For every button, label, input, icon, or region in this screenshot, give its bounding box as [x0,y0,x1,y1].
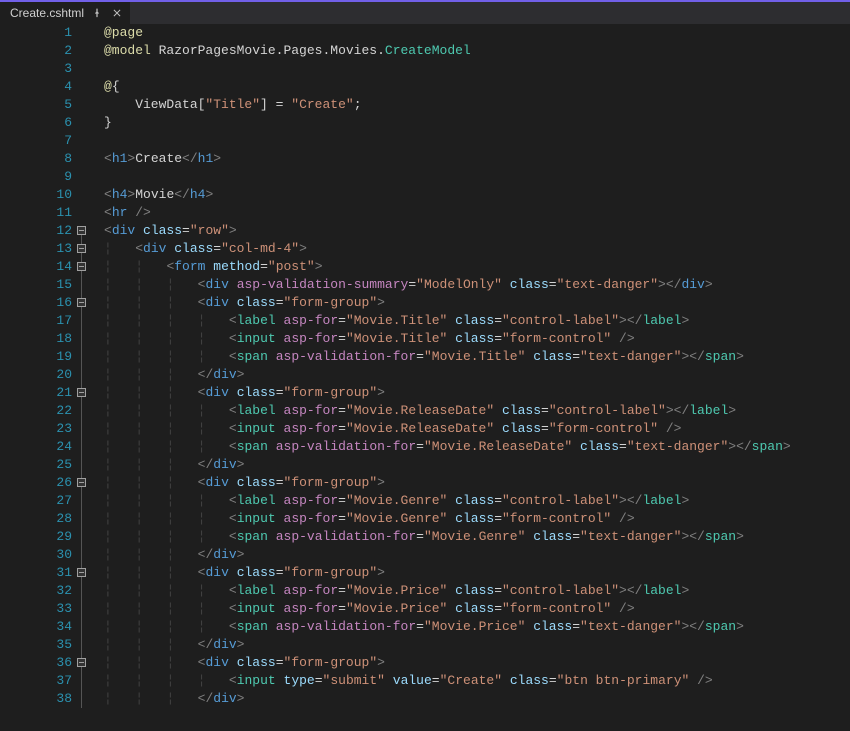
line-number: 20 [0,366,72,384]
line-number: 9 [0,168,72,186]
fold-toggle-icon[interactable] [77,262,86,271]
line-number: 29 [0,528,72,546]
code-area[interactable]: @page@model RazorPagesMovie.Pages.Movies… [88,24,850,731]
fold-toggle-icon[interactable] [77,568,86,577]
code-line[interactable]: ¦ <div class="col-md-4"> [104,240,850,258]
tab-create-cshtml[interactable]: Create.cshtml [0,2,131,24]
code-line[interactable]: ¦ ¦ ¦ ¦ <input asp-for="Movie.Title" cla… [104,330,850,348]
line-number: 17 [0,312,72,330]
line-number: 4 [0,78,72,96]
fold-toggle-icon[interactable] [77,478,86,487]
line-number: 19 [0,348,72,366]
line-number: 22 [0,402,72,420]
code-line[interactable]: ¦ ¦ ¦ ¦ <label asp-for="Movie.Genre" cla… [104,492,850,510]
code-line[interactable]: ¦ ¦ ¦ ¦ <label asp-for="Movie.Title" cla… [104,312,850,330]
line-number: 15 [0,276,72,294]
code-line[interactable]: ¦ ¦ ¦ ¦ <input asp-for="Movie.Genre" cla… [104,510,850,528]
code-line[interactable]: ¦ ¦ ¦ ¦ <input asp-for="Movie.ReleaseDat… [104,420,850,438]
code-line[interactable]: ¦ ¦ ¦ ¦ <input type="submit" value="Crea… [104,672,850,690]
line-number: 7 [0,132,72,150]
code-line[interactable]: ¦ ¦ ¦ <div class="form-group"> [104,654,850,672]
line-number: 18 [0,330,72,348]
code-line[interactable]: ¦ ¦ ¦ <div class="form-group"> [104,384,850,402]
line-number: 30 [0,546,72,564]
fold-toggle-icon[interactable] [77,658,86,667]
line-number: 10 [0,186,72,204]
code-line[interactable]: ¦ ¦ <form method="post"> [104,258,850,276]
line-number: 25 [0,456,72,474]
line-number: 27 [0,492,72,510]
code-line[interactable]: ¦ ¦ ¦ </div> [104,636,850,654]
code-line[interactable]: ViewData["Title"] = "Create"; [104,96,850,114]
tab-bar: Create.cshtml [0,0,850,24]
code-line[interactable]: ¦ ¦ ¦ </div> [104,456,850,474]
line-number: 5 [0,96,72,114]
code-line[interactable]: @page [104,24,850,42]
code-line[interactable] [104,60,850,78]
line-number: 1 [0,24,72,42]
code-line[interactable]: ¦ ¦ ¦ <div asp-validation-summary="Model… [104,276,850,294]
code-line[interactable]: ¦ ¦ ¦ <div class="form-group"> [104,294,850,312]
fold-toggle-icon[interactable] [77,226,86,235]
code-line[interactable]: ¦ ¦ ¦ <div class="form-group"> [104,564,850,582]
close-icon[interactable] [110,6,124,20]
code-editor[interactable]: 1234567891011121314151617181920212223242… [0,24,850,731]
tab-filename: Create.cshtml [10,6,84,20]
fold-toggle-icon[interactable] [77,244,86,253]
fold-toggle-icon[interactable] [77,388,86,397]
code-line[interactable]: ¦ ¦ ¦ ¦ <span asp-validation-for="Movie.… [104,618,850,636]
line-number: 26 [0,474,72,492]
line-number: 6 [0,114,72,132]
pin-icon[interactable] [90,6,104,20]
line-number: 36 [0,654,72,672]
line-number: 8 [0,150,72,168]
code-line[interactable]: <hr /> [104,204,850,222]
line-number-gutter: 1234567891011121314151617181920212223242… [0,24,88,731]
line-number: 11 [0,204,72,222]
code-line[interactable]: ¦ ¦ ¦ ¦ <span asp-validation-for="Movie.… [104,348,850,366]
code-line[interactable]: ¦ ¦ ¦ ¦ <span asp-validation-for="Movie.… [104,528,850,546]
line-number: 31 [0,564,72,582]
fold-toggle-icon[interactable] [77,298,86,307]
code-line[interactable] [104,132,850,150]
line-number: 35 [0,636,72,654]
code-line[interactable]: ¦ ¦ ¦ ¦ <span asp-validation-for="Movie.… [104,438,850,456]
code-line[interactable]: ¦ ¦ ¦ ¦ <label asp-for="Movie.Price" cla… [104,582,850,600]
code-line[interactable]: ¦ ¦ ¦ </div> [104,690,850,708]
code-line[interactable]: ¦ ¦ ¦ ¦ <input asp-for="Movie.Price" cla… [104,600,850,618]
line-number: 21 [0,384,72,402]
code-line[interactable]: @model RazorPagesMovie.Pages.Movies.Crea… [104,42,850,60]
line-number: 38 [0,690,72,708]
code-line[interactable] [104,168,850,186]
code-line[interactable]: ¦ ¦ ¦ </div> [104,366,850,384]
code-line[interactable]: @{ [104,78,850,96]
line-number: 34 [0,618,72,636]
line-number: 3 [0,60,72,78]
code-line[interactable]: ¦ ¦ ¦ </div> [104,546,850,564]
line-number: 32 [0,582,72,600]
code-line[interactable]: ¦ ¦ ¦ ¦ <label asp-for="Movie.ReleaseDat… [104,402,850,420]
code-line[interactable]: <h4>Movie</h4> [104,186,850,204]
line-number: 12 [0,222,72,240]
line-number: 37 [0,672,72,690]
line-number: 33 [0,600,72,618]
line-number: 13 [0,240,72,258]
line-number: 23 [0,420,72,438]
code-line[interactable]: } [104,114,850,132]
code-line[interactable]: <div class="row"> [104,222,850,240]
line-number: 14 [0,258,72,276]
code-line[interactable]: ¦ ¦ ¦ <div class="form-group"> [104,474,850,492]
line-number: 24 [0,438,72,456]
code-line[interactable]: <h1>Create</h1> [104,150,850,168]
line-number: 16 [0,294,72,312]
line-number: 28 [0,510,72,528]
line-number: 2 [0,42,72,60]
